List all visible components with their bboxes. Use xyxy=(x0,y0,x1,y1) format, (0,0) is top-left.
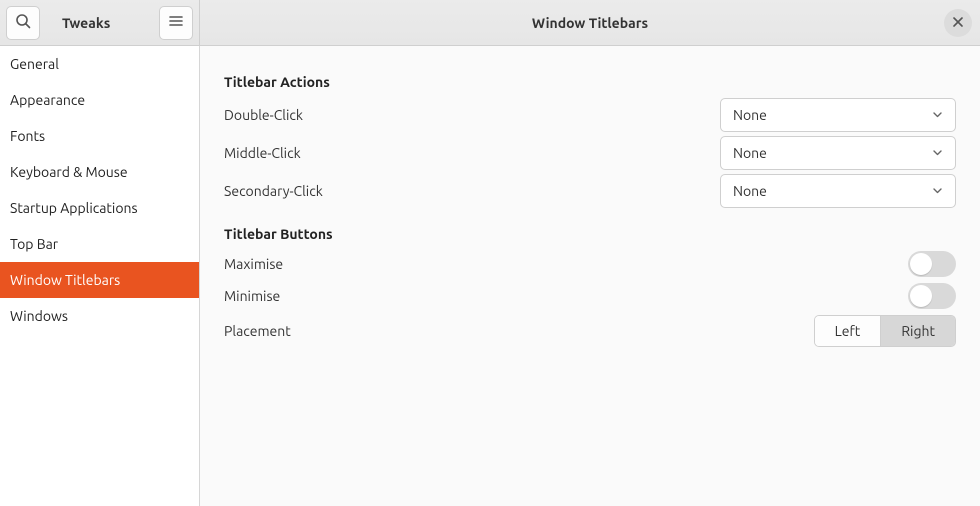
switch-maximise[interactable] xyxy=(908,251,956,277)
select-double-click[interactable]: None xyxy=(720,98,956,132)
headerbar-right: Window Titlebars xyxy=(200,0,980,45)
label-maximise: Maximise xyxy=(224,256,908,272)
sidebar-item-startup-applications[interactable]: Startup Applications xyxy=(0,190,199,226)
sidebar: General Appearance Fonts Keyboard & Mous… xyxy=(0,46,200,506)
row-placement: Placement Left Right xyxy=(224,312,956,350)
select-secondary-click-value: None xyxy=(733,183,767,199)
menu-button[interactable] xyxy=(159,6,193,40)
main: Titlebar Actions Double-Click None Middl… xyxy=(200,46,980,506)
placement-right-button[interactable]: Right xyxy=(881,316,955,346)
headerbar: Tweaks Window Titlebars xyxy=(0,0,980,46)
label-placement: Placement xyxy=(224,323,814,339)
group-title-actions: Titlebar Actions xyxy=(224,74,956,90)
label-middle-click: Middle-Click xyxy=(224,145,720,161)
sidebar-item-window-titlebars[interactable]: Window Titlebars xyxy=(0,262,199,298)
sidebar-item-general[interactable]: General xyxy=(0,46,199,82)
content-wrap: General Appearance Fonts Keyboard & Mous… xyxy=(0,46,980,506)
sidebar-item-fonts[interactable]: Fonts xyxy=(0,118,199,154)
select-secondary-click[interactable]: None xyxy=(720,174,956,208)
sidebar-item-top-bar[interactable]: Top Bar xyxy=(0,226,199,262)
sidebar-item-keyboard-mouse[interactable]: Keyboard & Mouse xyxy=(0,154,199,190)
select-middle-click-value: None xyxy=(733,145,767,161)
row-middle-click: Middle-Click None xyxy=(224,134,956,172)
label-secondary-click: Secondary-Click xyxy=(224,183,720,199)
switch-minimise[interactable] xyxy=(908,283,956,309)
chevron-down-icon xyxy=(932,183,943,199)
row-secondary-click: Secondary-Click None xyxy=(224,172,956,210)
app-title: Tweaks xyxy=(62,15,110,31)
hamburger-icon xyxy=(168,13,184,32)
row-double-click: Double-Click None xyxy=(224,96,956,134)
row-maximise: Maximise xyxy=(224,248,956,280)
search-icon xyxy=(15,13,31,32)
select-middle-click[interactable]: None xyxy=(720,136,956,170)
group-title-buttons: Titlebar Buttons xyxy=(224,226,956,242)
headerbar-left: Tweaks xyxy=(0,0,200,45)
close-button[interactable] xyxy=(944,9,972,37)
search-button[interactable] xyxy=(6,6,40,40)
label-double-click: Double-Click xyxy=(224,107,720,123)
close-icon xyxy=(952,15,964,31)
row-minimise: Minimise xyxy=(224,280,956,312)
label-minimise: Minimise xyxy=(224,288,908,304)
page-title: Window Titlebars xyxy=(532,15,648,31)
sidebar-item-windows[interactable]: Windows xyxy=(0,298,199,334)
segmented-placement: Left Right xyxy=(814,315,956,347)
switch-knob xyxy=(910,253,932,275)
switch-knob xyxy=(910,285,932,307)
chevron-down-icon xyxy=(932,145,943,161)
sidebar-item-appearance[interactable]: Appearance xyxy=(0,82,199,118)
select-double-click-value: None xyxy=(733,107,767,123)
chevron-down-icon xyxy=(932,107,943,123)
placement-left-button[interactable]: Left xyxy=(815,316,882,346)
